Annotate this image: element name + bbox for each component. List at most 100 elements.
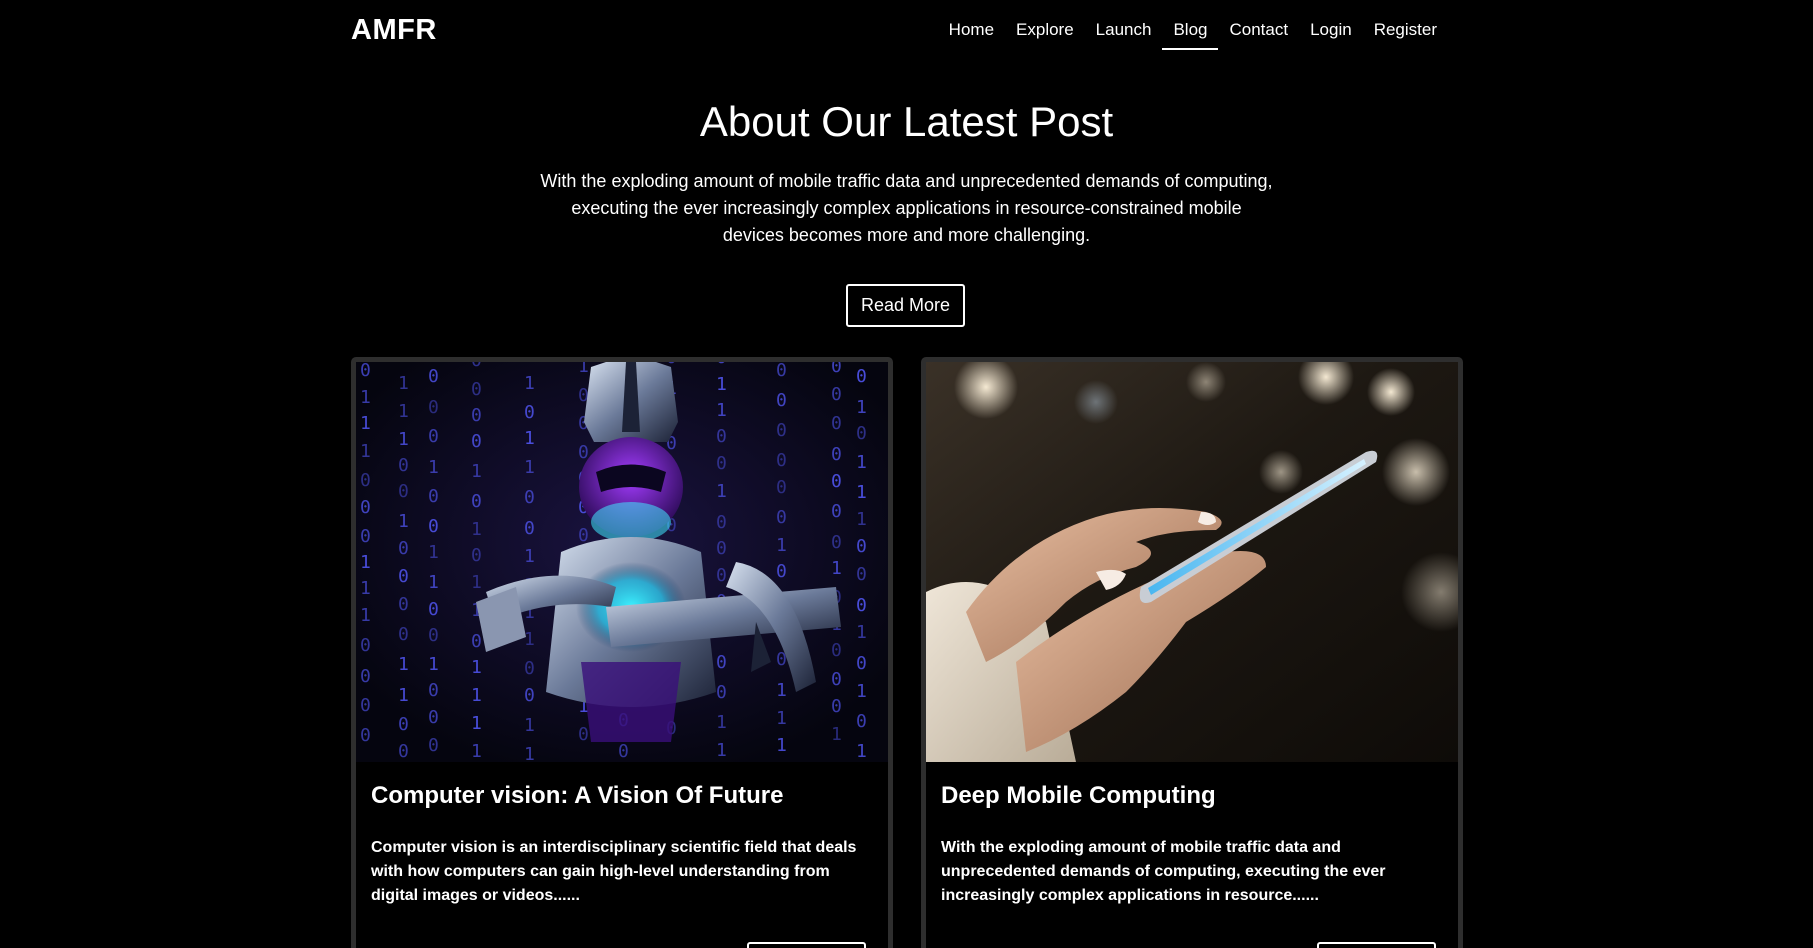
binary-digit: 1 [524, 715, 535, 736]
binary-digit: 1 [856, 681, 867, 702]
binary-digit: 0 [716, 426, 727, 447]
binary-digit: 1 [360, 413, 371, 434]
read-more-button[interactable]: Read More [846, 284, 965, 327]
binary-digit: 0 [831, 471, 842, 492]
binary-digit: 0 [716, 652, 727, 673]
binary-digit: 0 [716, 565, 727, 586]
binary-digit: 0 [428, 516, 439, 537]
nav-login[interactable]: Login [1299, 20, 1363, 50]
binary-digit: 1 [360, 441, 371, 462]
binary-digit: 0 [471, 379, 482, 400]
binary-digit: 0 [360, 470, 371, 491]
binary-digit: 0 [428, 707, 439, 728]
hero-description: With the exploding amount of mobile traf… [540, 171, 1273, 245]
binary-digit: 1 [716, 481, 727, 502]
nav-home[interactable]: Home [938, 20, 1005, 50]
binary-digit: 0 [856, 711, 867, 732]
card-title[interactable]: Deep Mobile Computing [941, 782, 1216, 810]
binary-digit: 1 [471, 572, 482, 593]
binary-digit: 0 [398, 714, 409, 735]
binary-digit: 1 [360, 552, 371, 573]
binary-digit: 1 [398, 511, 409, 532]
binary-digit: 0 [428, 680, 439, 701]
binary-digit: 0 [618, 741, 629, 762]
binary-digit: 1 [524, 428, 535, 449]
nav-explore[interactable]: Explore [1005, 20, 1085, 50]
binary-digit: 1 [360, 387, 371, 408]
binary-digit: 1 [856, 397, 867, 418]
binary-digit: 1 [471, 657, 482, 678]
binary-digit: 0 [360, 497, 371, 518]
binary-digit: 1 [524, 546, 535, 567]
binary-digit: 0 [776, 450, 787, 471]
binary-digit: 0 [428, 625, 439, 646]
binary-digit: 0 [524, 658, 535, 679]
card-read-more-button[interactable] [747, 942, 866, 948]
binary-digit: 0 [831, 696, 842, 717]
binary-digit: 1 [524, 629, 535, 650]
binary-digit: 0 [831, 362, 842, 377]
binary-digit: 0 [524, 487, 535, 508]
binary-digit: 0 [776, 477, 787, 498]
binary-digit: 0 [776, 390, 787, 411]
binary-digit: 1 [360, 578, 371, 599]
binary-digit: 1 [776, 535, 787, 556]
binary-digit: 0 [831, 501, 842, 522]
binary-digit: 0 [831, 413, 842, 434]
binary-digit: 0 [398, 455, 409, 476]
binary-digit: 1 [471, 461, 482, 482]
binary-digit: 0 [360, 635, 371, 656]
hero-title: About Our Latest Post [699, 98, 1114, 145]
binary-digit: 0 [524, 402, 535, 423]
binary-digit: 0 [578, 525, 589, 546]
card-read-more-button[interactable] [1317, 942, 1436, 948]
binary-digit: 0 [856, 595, 867, 616]
card-excerpt: Computer vision is an interdisciplinary … [371, 839, 857, 904]
blog-card-deep-mobile-computing: Deep Mobile Computing With the exploding… [921, 357, 1463, 948]
brand-logo[interactable]: AMFR [351, 14, 437, 47]
binary-digit: 0 [856, 536, 867, 557]
binary-digit: 0 [428, 366, 439, 387]
binary-digit: 0 [360, 526, 371, 547]
binary-digit: 1 [831, 558, 842, 579]
binary-digit: 0 [360, 695, 371, 716]
binary-digit: 1 [716, 712, 727, 733]
binary-digit: 0 [428, 599, 439, 620]
binary-digit: 1 [398, 429, 409, 450]
binary-digit: 0 [716, 453, 727, 474]
binary-digit: 0 [856, 423, 867, 444]
binary-digit: 1 [471, 713, 482, 734]
binary-digit: 1 [716, 374, 727, 395]
nav-launch[interactable]: Launch [1085, 20, 1163, 50]
nav-blog[interactable]: Blog [1162, 20, 1219, 50]
binary-digit: 1 [398, 685, 409, 706]
nav-register[interactable]: Register [1363, 20, 1448, 50]
blog-card-computer-vision: 0111000111000011100100001100000100110010… [351, 357, 893, 948]
robot-binary-code-image: 0111000111000011100100001100000100110010… [356, 362, 888, 762]
binary-digit: 1 [471, 519, 482, 540]
binary-digit: 0 [524, 685, 535, 706]
binary-digit: 0 [428, 397, 439, 418]
binary-digit: 0 [716, 362, 727, 368]
binary-digit: 1 [398, 401, 409, 422]
binary-digit: 0 [398, 481, 409, 502]
binary-digit: 0 [428, 486, 439, 507]
binary-digit: 0 [776, 507, 787, 528]
binary-digit: 1 [428, 654, 439, 675]
binary-digit: 0 [398, 741, 409, 762]
binary-digit: 0 [831, 640, 842, 661]
binary-digit: 0 [831, 669, 842, 690]
binary-digit: 1 [856, 622, 867, 643]
binary-digit: 1 [398, 654, 409, 675]
binary-digit: 1 [716, 740, 727, 761]
binary-digit: 0 [578, 442, 589, 463]
card-title[interactable]: Computer vision: A Vision Of Future [371, 782, 783, 810]
binary-digit: 1 [524, 744, 535, 762]
binary-digit: 0 [831, 532, 842, 553]
binary-digit: 0 [776, 561, 787, 582]
binary-digit: 1 [856, 452, 867, 473]
binary-digit: 0 [578, 724, 589, 745]
binary-digit: 0 [776, 362, 787, 381]
binary-digit: 0 [360, 725, 371, 746]
nav-contact[interactable]: Contact [1218, 20, 1299, 50]
